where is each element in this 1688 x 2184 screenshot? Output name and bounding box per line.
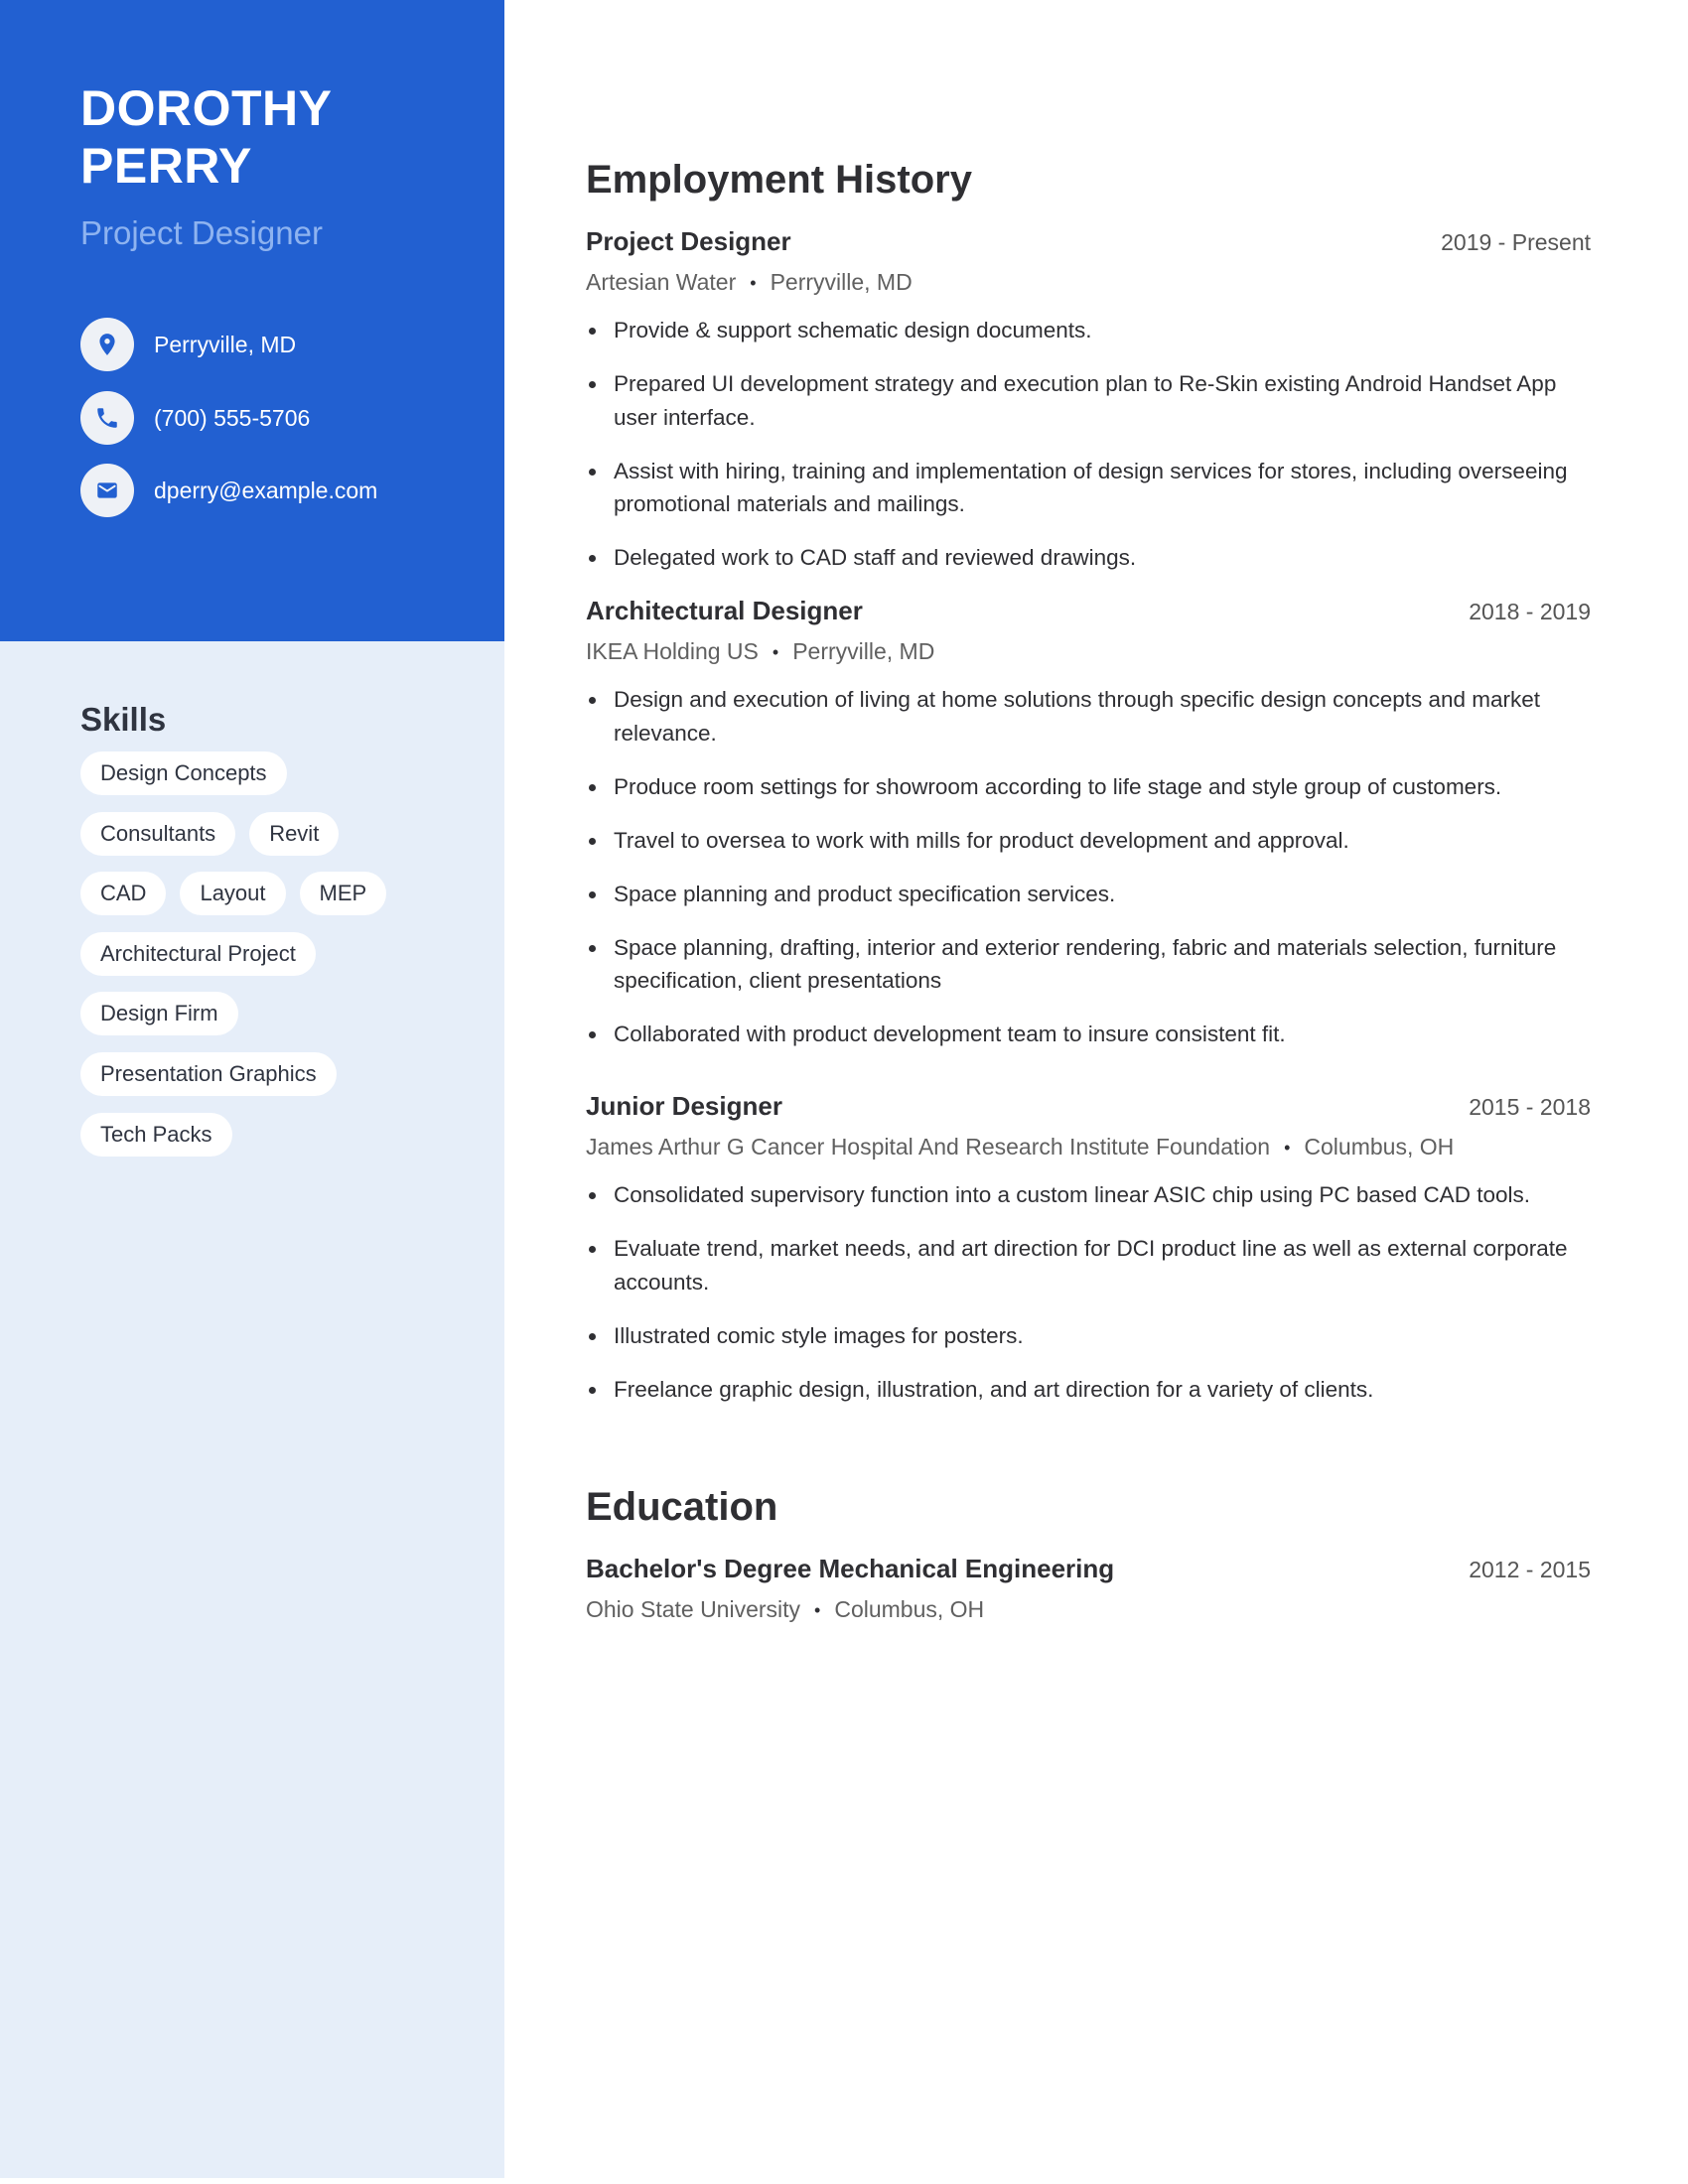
job-bullet: Assist with hiring, training and impleme… bbox=[586, 455, 1591, 521]
job-header: Junior Designer 2015 - 2018 bbox=[586, 1091, 1591, 1127]
job-meta: IKEA Holding US • Perryville, MD bbox=[586, 633, 1591, 669]
education-entry: Bachelor's Degree Mechanical Engineering… bbox=[586, 1554, 1591, 1627]
job-bullet: Collaborated with product development te… bbox=[586, 1018, 1591, 1051]
contact-location-text: Perryville, MD bbox=[154, 331, 297, 357]
job-entry: Architectural Designer 2018 - 2019 IKEA … bbox=[586, 596, 1591, 1071]
job-header: Architectural Designer 2018 - 2019 bbox=[586, 596, 1591, 631]
job-title-subtitle: Project Designer bbox=[80, 214, 323, 251]
skill-chip: Presentation Graphics bbox=[80, 1051, 337, 1096]
skills-row: CAD Layout MEP bbox=[80, 872, 478, 916]
company-name: Artesian Water bbox=[586, 269, 737, 295]
phone-icon bbox=[80, 391, 134, 445]
job-title: Junior Designer bbox=[586, 1091, 782, 1121]
contact-email-text: dperry@example.com bbox=[154, 477, 378, 503]
contact-email: dperry@example.com bbox=[80, 464, 478, 517]
skill-chip: MEP bbox=[299, 872, 387, 916]
skill-chip: Architectural Project bbox=[80, 931, 316, 976]
job-bullet: Evaluate trend, market needs, and art di… bbox=[586, 1232, 1591, 1298]
job-dates: 2015 - 2018 bbox=[1469, 1094, 1591, 1120]
separator-dot: • bbox=[1284, 1138, 1291, 1158]
job-bullets: Consolidated supervisory function into a… bbox=[586, 1178, 1591, 1406]
school-location: Columbus, OH bbox=[834, 1596, 985, 1622]
sidebar: DOROTHY PERRY Project Designer Perryvill… bbox=[0, 0, 504, 2178]
skills-heading: Skills bbox=[80, 701, 167, 738]
job-bullets: Provide & support schematic design docum… bbox=[586, 314, 1591, 575]
mail-icon bbox=[80, 464, 134, 517]
job-title: Project Designer bbox=[586, 226, 791, 256]
skill-chip: Design Firm bbox=[80, 992, 238, 1036]
contact-location: Perryville, MD bbox=[80, 318, 478, 371]
skill-chip: Consultants bbox=[80, 811, 236, 856]
company-name: James Arthur G Cancer Hospital And Resea… bbox=[586, 1134, 1271, 1160]
education-meta: Ohio State University • Columbus, OH bbox=[586, 1591, 1591, 1627]
job-bullet: Produce room settings for showroom accor… bbox=[586, 770, 1591, 804]
school-name: Ohio State University bbox=[586, 1596, 801, 1622]
job-location: Perryville, MD bbox=[792, 638, 935, 664]
skills-row: Consultants Revit bbox=[80, 811, 478, 856]
skills-row: Presentation Graphics bbox=[80, 1051, 478, 1096]
job-header: Project Designer 2019 - Present bbox=[586, 226, 1591, 262]
job-meta: James Arthur G Cancer Hospital And Resea… bbox=[586, 1129, 1591, 1164]
job-location: Columbus, OH bbox=[1304, 1134, 1455, 1160]
skills-row: Design Firm bbox=[80, 992, 478, 1036]
skill-chip: CAD bbox=[80, 872, 167, 916]
contact-phone: (700) 555-5706 bbox=[80, 391, 478, 445]
degree-title: Bachelor's Degree Mechanical Engineering bbox=[586, 1554, 1115, 1583]
skill-chip: Design Concepts bbox=[80, 751, 287, 795]
job-entry: Junior Designer 2015 - 2018 James Arthur… bbox=[586, 1091, 1591, 1427]
skill-chip: Tech Packs bbox=[80, 1112, 232, 1157]
job-dates: 2018 - 2019 bbox=[1469, 599, 1591, 624]
separator-dot: • bbox=[750, 273, 757, 293]
education-header: Bachelor's Degree Mechanical Engineering… bbox=[586, 1554, 1591, 1589]
location-pin-icon bbox=[80, 318, 134, 371]
job-bullet: Freelance graphic design, illustration, … bbox=[586, 1373, 1591, 1407]
job-bullets: Design and execution of living at home s… bbox=[586, 683, 1591, 1051]
job-bullet: Consolidated supervisory function into a… bbox=[586, 1178, 1591, 1212]
education-dates: 2012 - 2015 bbox=[1469, 1557, 1591, 1582]
skills-row: Tech Packs bbox=[80, 1112, 478, 1157]
job-bullet: Provide & support schematic design docum… bbox=[586, 314, 1591, 347]
skills-row: Architectural Project bbox=[80, 931, 478, 976]
employment-history-heading: Employment History bbox=[586, 158, 972, 202]
separator-dot: • bbox=[814, 1600, 821, 1620]
education-heading: Education bbox=[586, 1485, 778, 1529]
job-title: Architectural Designer bbox=[586, 596, 863, 625]
job-dates: 2019 - Present bbox=[1441, 229, 1591, 255]
contact-phone-text: (700) 555-5706 bbox=[154, 404, 311, 431]
job-bullet: Space planning, drafting, interior and e… bbox=[586, 931, 1591, 998]
job-bullet: Prepared UI development strategy and exe… bbox=[586, 367, 1591, 434]
separator-dot: • bbox=[772, 642, 779, 662]
skill-chip: Revit bbox=[249, 811, 340, 856]
job-bullet: Illustrated comic style images for poste… bbox=[586, 1319, 1591, 1353]
job-bullet: Design and execution of living at home s… bbox=[586, 683, 1591, 750]
skill-chip: Layout bbox=[180, 872, 286, 916]
job-meta: Artesian Water • Perryville, MD bbox=[586, 264, 1591, 300]
job-bullet: Space planning and product specification… bbox=[586, 878, 1591, 911]
job-location: Perryville, MD bbox=[770, 269, 913, 295]
job-bullet: Travel to oversea to work with mills for… bbox=[586, 824, 1591, 858]
job-bullet: Delegated work to CAD staff and reviewed… bbox=[586, 541, 1591, 575]
first-name: DOROTHY bbox=[80, 80, 333, 136]
company-name: IKEA Holding US bbox=[586, 638, 759, 664]
sidebar-header: DOROTHY PERRY Project Designer Perryvill… bbox=[0, 0, 504, 641]
skills-list: Design Concepts Consultants Revit CAD La… bbox=[80, 751, 478, 1172]
candidate-name: DOROTHY PERRY bbox=[80, 79, 478, 195]
last-name: PERRY bbox=[80, 138, 252, 194]
job-entry: Project Designer 2019 - Present Artesian… bbox=[586, 226, 1591, 595]
skills-row: Design Concepts bbox=[80, 751, 478, 795]
